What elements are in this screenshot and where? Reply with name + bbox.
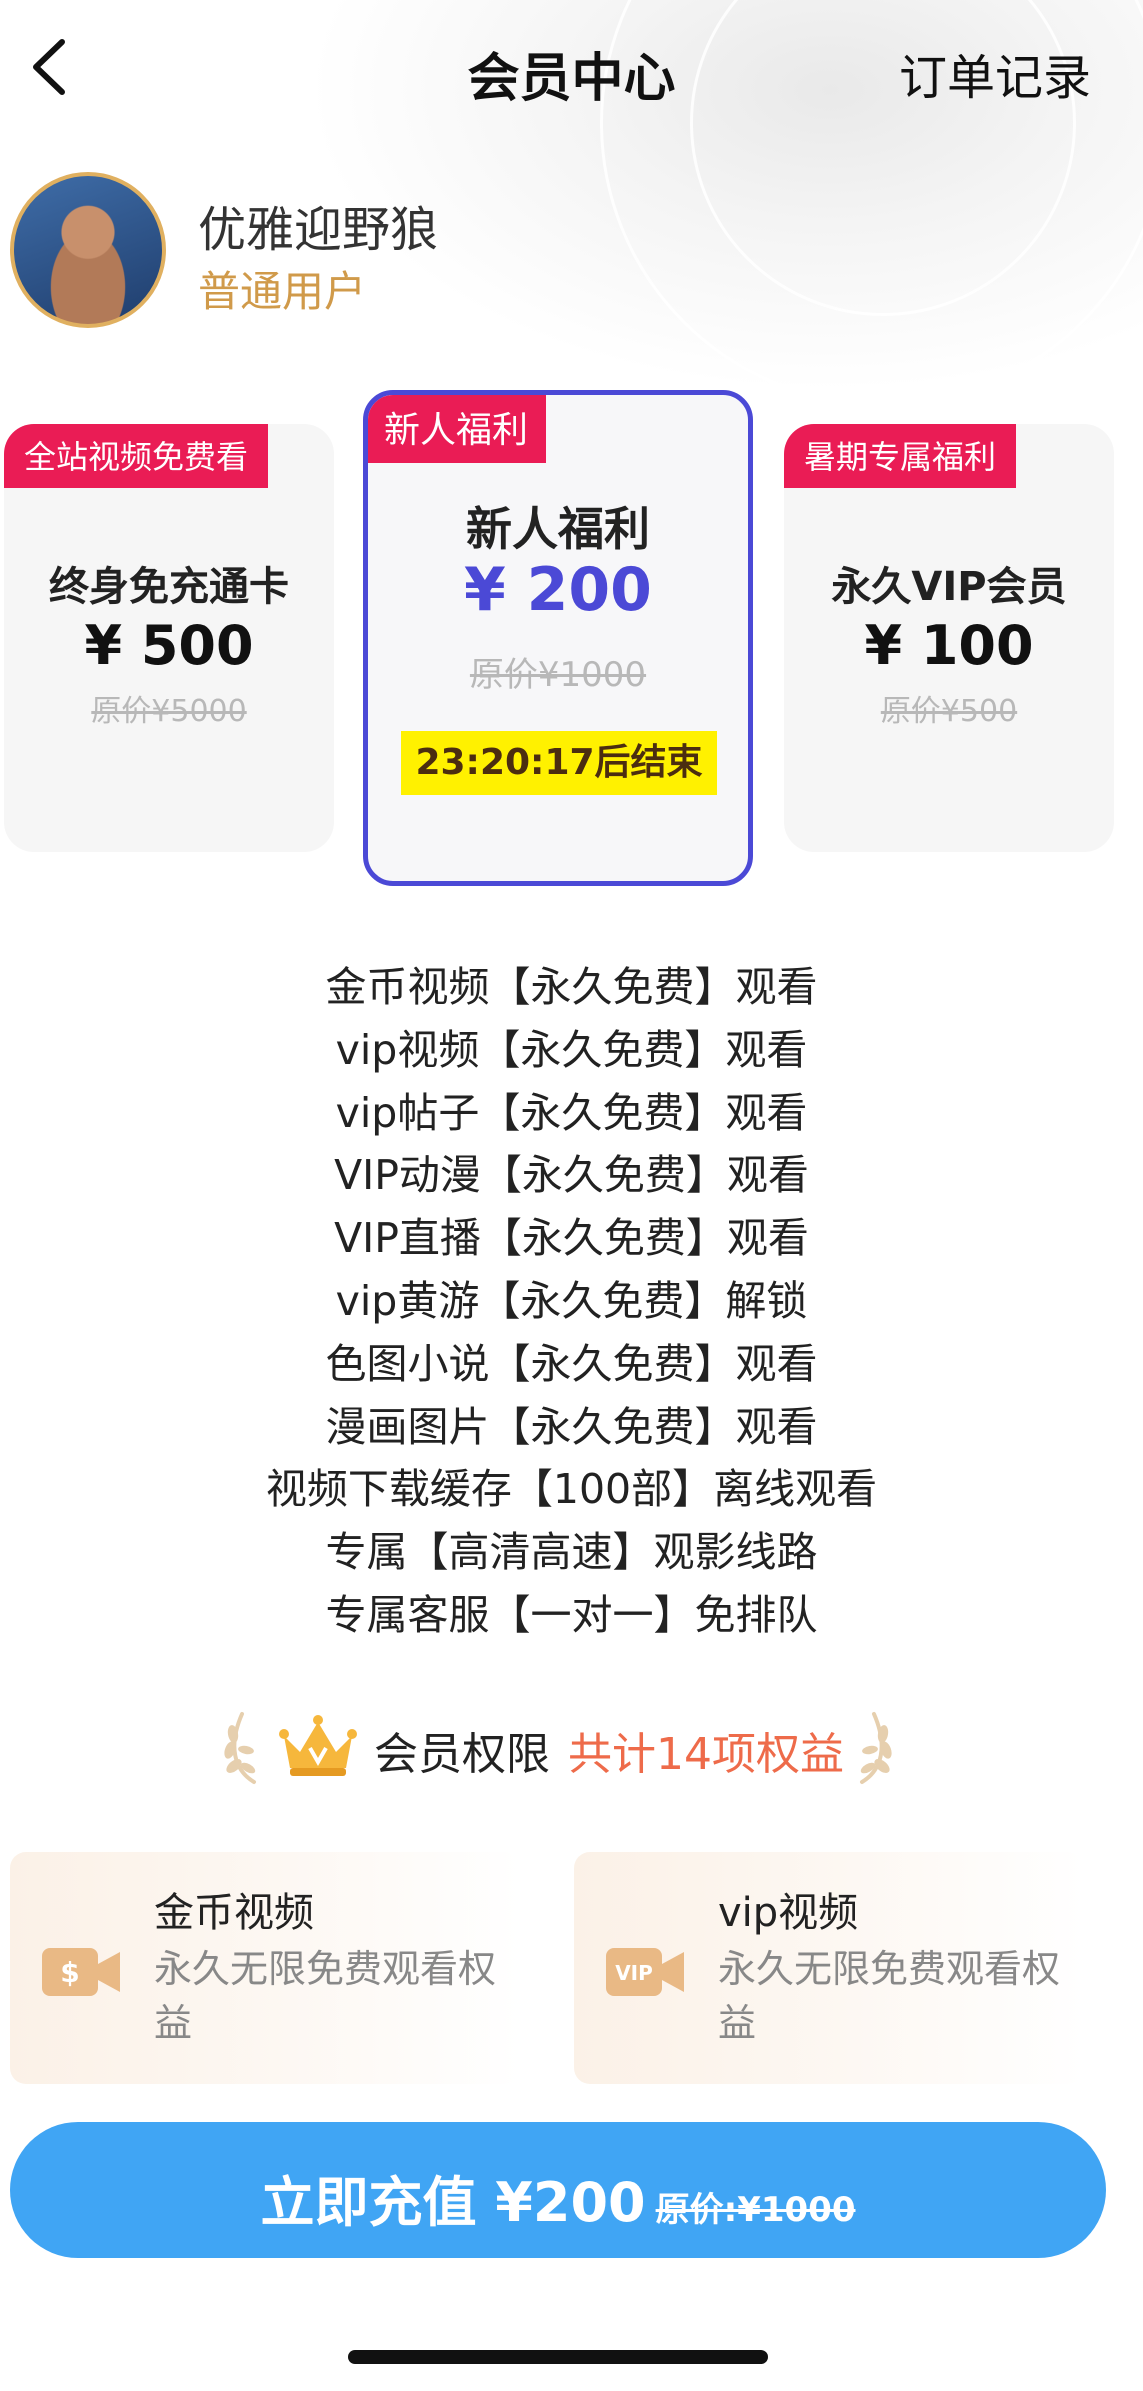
plan-tag: 新人福利 <box>368 395 547 463</box>
vip-video-icon: VIP <box>606 1948 684 1996</box>
benefit-item: vip黄游【永久免费】解锁 <box>335 1276 808 1325</box>
benefit-item: vip帖子【永久免费】观看 <box>335 1088 808 1137</box>
benefit-item: 金币视频【永久免费】观看 <box>325 963 818 1011</box>
username: 优雅迎野狼 <box>198 202 439 258</box>
benefit-item: 视频下载缓存【100部】离线观看 <box>265 1465 878 1514</box>
plan-price: ¥ 100 <box>864 614 1034 677</box>
avatar[interactable] <box>10 172 166 328</box>
plan-original-price: 原价¥5000 <box>91 694 247 729</box>
benefit-item: 专属【高清高速】观影线路 <box>325 1528 818 1577</box>
plan-tag: 暑期专属福利 <box>784 424 1017 488</box>
recharge-label: 立即充值 ¥200 <box>260 2171 646 2234</box>
user-level: 普通用户 <box>198 267 367 316</box>
recharge-label-row: 立即充值 ¥200 原价:¥1000 <box>10 2158 1106 2237</box>
order-records-link[interactable]: 订单记录 <box>899 38 1091 108</box>
plan-price: ¥ 500 <box>84 614 254 677</box>
coin-video-icon: $ <box>42 1948 120 1996</box>
plan-name: 终身免充通卡 <box>49 564 289 610</box>
privileges-heading: 会员权限 共计14项权益 <box>0 1706 1143 1786</box>
recharge-button[interactable]: 立即充值 ¥200 原价:¥1000 <box>10 2122 1106 2258</box>
plan-card-permanent-vip[interactable]: 暑期专属福利 永久VIP会员 ¥ 100 原价¥500 <box>784 424 1114 852</box>
privilege-description: 永久无限免费观看权益 <box>718 1947 1061 2045</box>
laurel-left-icon <box>224 1712 256 1784</box>
coin-video-icon-text: $ <box>60 1956 79 1989</box>
benefit-item: 色图小说【永久免费】观看 <box>325 1339 818 1388</box>
privilege-title: vip视频 <box>718 1890 859 1936</box>
privilege-description: 永久无限免费观看权益 <box>154 1947 497 2045</box>
benefit-item: vip视频【永久免费】观看 <box>335 1025 808 1074</box>
benefit-item: VIP直播【永久免费】观看 <box>334 1214 809 1263</box>
laurel-right-icon <box>860 1712 892 1784</box>
crown-icon <box>279 1715 357 1776</box>
vip-video-icon-text: VIP <box>615 1961 653 1985</box>
privilege-card-vip-video[interactable]: VIP vip视频 永久无限免费观看权益 <box>574 1852 1084 2084</box>
plan-original-price: 原价¥1000 <box>469 655 647 695</box>
plan-name: 新人福利 <box>466 502 650 556</box>
plan-tag: 全站视频免费看 <box>4 424 269 488</box>
plan-original-price: 原价¥500 <box>880 694 1018 729</box>
benefit-item: VIP动漫【永久免费】观看 <box>334 1151 809 1200</box>
plan-price: ¥ 200 <box>464 555 652 625</box>
privilege-title: 金币视频 <box>154 1890 314 1936</box>
home-indicator <box>348 2350 768 2364</box>
plan-name: 永久VIP会员 <box>831 564 1067 610</box>
countdown-timer: 23:20:17后结束 <box>401 731 717 795</box>
privileges-label: 会员权限 <box>374 1729 550 1780</box>
plan-card-newcomer[interactable]: 新人福利 新人福利 ¥ 200 原价¥1000 23:20:17后结束 <box>363 390 753 886</box>
privileges-count: 共计14项权益 <box>568 1729 844 1780</box>
benefit-item: 专属客服【一对一】免排队 <box>325 1590 818 1639</box>
benefits-list: 金币视频【永久免费】观看 vip视频【永久免费】观看 vip帖子【永久免费】观看… <box>0 956 1143 1647</box>
benefit-item: 漫画图片【永久免费】观看 <box>325 1402 818 1451</box>
plan-card-lifetime-pass[interactable]: 全站视频免费看 终身免充通卡 ¥ 500 原价¥5000 <box>4 424 334 852</box>
recharge-original-price: 原价:¥1000 <box>655 2190 856 2230</box>
privilege-card-coin-video[interactable]: $ 金币视频 永久无限免费观看权益 <box>10 1852 520 2084</box>
